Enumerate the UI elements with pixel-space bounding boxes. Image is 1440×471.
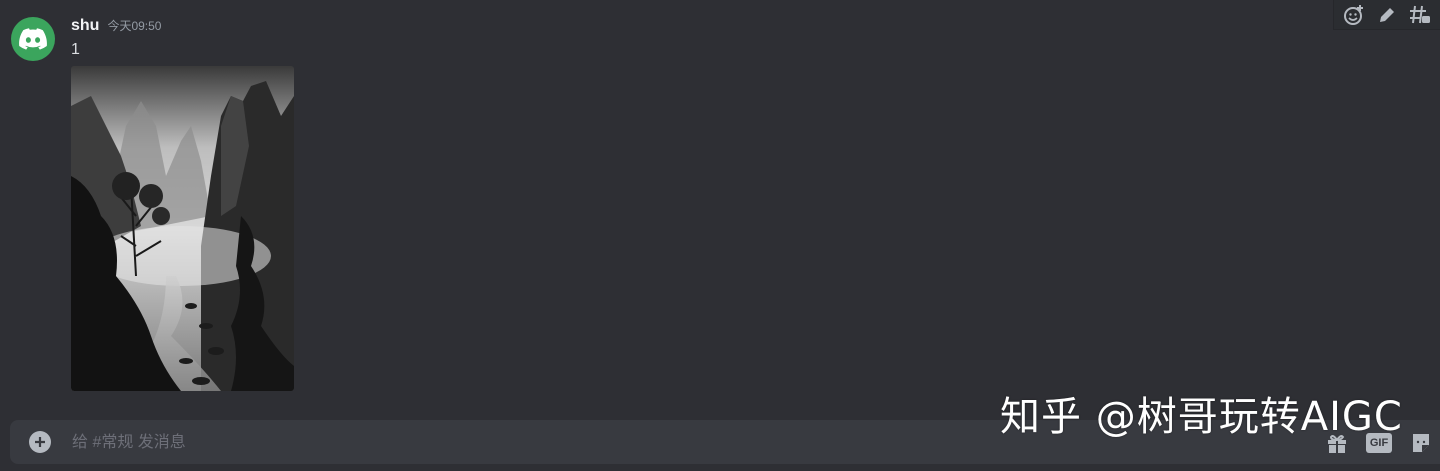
chat-message[interactable]: shu 今天09:50 1 bbox=[0, 0, 1440, 400]
message-content: 1 bbox=[71, 41, 80, 58]
username[interactable]: shu bbox=[71, 17, 99, 35]
upload-button[interactable] bbox=[29, 431, 51, 453]
user-avatar[interactable] bbox=[11, 17, 55, 61]
add-reaction-icon bbox=[1344, 4, 1364, 25]
discord-logo-icon bbox=[19, 28, 47, 50]
message-header: shu 今天09:50 bbox=[71, 17, 161, 39]
discord-chat-view: shu 今天09:50 1 给 #常规 发消息 GIF 知乎 @树哥玩转AIGC bbox=[0, 0, 1440, 471]
add-reaction-button[interactable] bbox=[1340, 1, 1368, 29]
watermark-text: 知乎 @树哥玩转AIGC bbox=[1000, 394, 1403, 440]
message-timestamp: 今天09:50 bbox=[107, 19, 162, 33]
landscape-ink-painting-image bbox=[71, 66, 294, 391]
image-attachment[interactable] bbox=[71, 66, 294, 391]
add-plus-icon bbox=[35, 437, 45, 447]
create-thread-icon bbox=[1409, 5, 1430, 23]
create-thread-button[interactable] bbox=[1406, 1, 1434, 29]
message-hover-toolbar bbox=[1333, 0, 1440, 30]
edit-button[interactable] bbox=[1373, 1, 1401, 29]
sticker-button[interactable] bbox=[1408, 430, 1434, 456]
edit-pencil-icon bbox=[1379, 7, 1394, 22]
sticker-icon bbox=[1413, 434, 1429, 452]
